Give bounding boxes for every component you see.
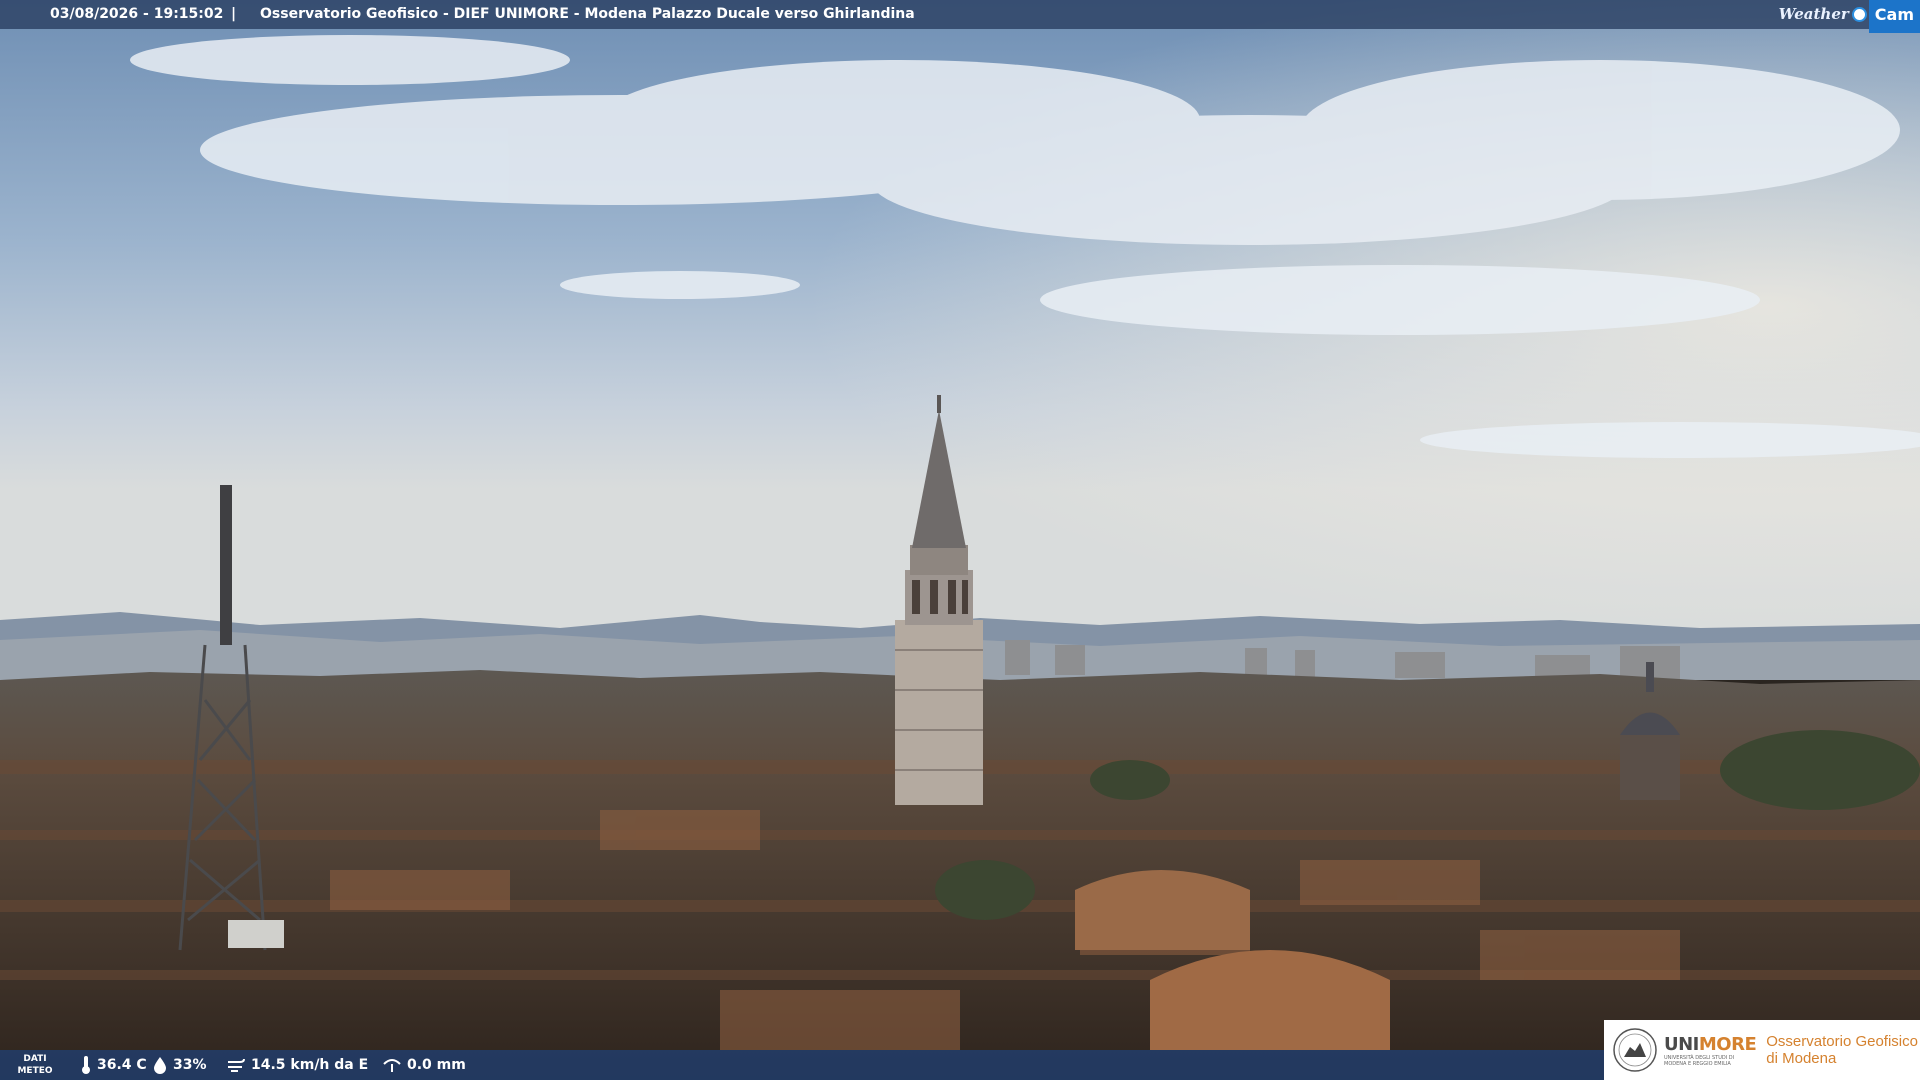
- weather-label: DATI METEO: [14, 1053, 56, 1077]
- unimore-name-part1: UNI: [1664, 1033, 1699, 1055]
- humidity-drop-icon: [154, 1057, 166, 1074]
- rain-gauge-icon: [383, 1059, 401, 1072]
- thermometer-icon: [82, 1056, 90, 1074]
- rain-value: 0.0 mm: [407, 1057, 466, 1073]
- unimore-logo-box: UNIMORE UNIVERSITÀ DEGLI STUDI DI MODENA…: [1604, 1020, 1920, 1080]
- top-info-bar: 03/08/2026 - 19:15:02 | Osservatorio Geo…: [0, 0, 1920, 33]
- rain-metric: 0.0 mm: [382, 1050, 466, 1080]
- weathercam-logo: Weather Cam: [1778, 0, 1920, 33]
- timestamp: 03/08/2026 - 19:15:02: [50, 6, 224, 22]
- weather-label-line1: DATI: [23, 1054, 47, 1064]
- humidity-value: 33%: [173, 1057, 207, 1073]
- title-separator: |: [231, 6, 237, 22]
- wind-metric: 14.5 km/h da E: [226, 1050, 368, 1080]
- webcam-view: 03/08/2026 - 19:15:02 | Osservatorio Geo…: [0, 0, 1920, 1080]
- observatory-name: Osservatorio Geofisico di Modena: [1766, 1033, 1918, 1067]
- unimore-wordmark: UNIMORE UNIVERSITÀ DEGLI STUDI DI MODENA…: [1664, 1033, 1757, 1067]
- observatory-line2: di Modena: [1766, 1050, 1837, 1067]
- observatory-line1: Osservatorio Geofisico: [1766, 1033, 1918, 1050]
- wind-value: 14.5 km/h da E: [251, 1057, 369, 1073]
- city-skyline-photo: [0, 0, 1920, 1080]
- temperature-value: 36.4 C: [97, 1057, 147, 1073]
- unimore-subtitle-2: MODENA E REGGIO EMILIA: [1664, 1060, 1731, 1067]
- weather-label-line2: METEO: [17, 1066, 53, 1076]
- logo-cam-text: Cam: [1868, 0, 1920, 33]
- unimore-name-part2: MORE: [1698, 1033, 1757, 1055]
- unimore-name: UNIMORE: [1664, 1033, 1757, 1055]
- temperature-metric: 36.4 C: [80, 1050, 147, 1080]
- logo-weather-text: Weather: [1778, 5, 1849, 23]
- wind-icon: [228, 1058, 245, 1072]
- university-seal-icon: [1613, 1028, 1657, 1072]
- camera-title: Osservatorio Geofisico - DIEF UNIMORE - …: [260, 6, 915, 22]
- logo-dot-icon: [1851, 7, 1867, 22]
- humidity-metric: 33%: [152, 1050, 207, 1080]
